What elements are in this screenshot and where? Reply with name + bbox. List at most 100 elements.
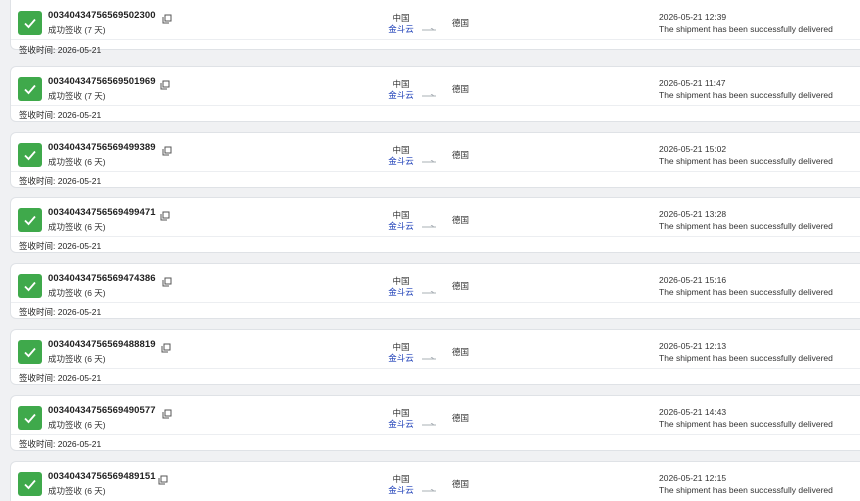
delivery-status: 成功签收 (6 天) <box>48 288 106 298</box>
divider <box>11 434 860 435</box>
copy-icon[interactable] <box>158 472 168 485</box>
divider <box>11 171 860 172</box>
event-description: The shipment has been successfully deliv… <box>659 353 833 363</box>
route-arrow-icon <box>422 414 436 426</box>
destination-country: 德国 <box>452 413 470 423</box>
route-arrow-icon <box>422 216 436 228</box>
delivery-status: 成功签收 (6 天) <box>48 486 106 496</box>
divider <box>11 302 860 303</box>
shipment-card: 00340434756569499471 成功签收 (6 天) 中国 金斗云 德… <box>10 197 860 253</box>
shipment-card: 00340434756569499389 成功签收 (6 天) 中国 金斗云 德… <box>10 132 860 188</box>
shipment-header: 00340434756569499389 成功签收 (6 天) 中国 金斗云 德… <box>11 133 860 171</box>
signed-date: 签收时间: 2026-05-21 <box>19 439 102 449</box>
signed-date: 签收时间: 2026-05-21 <box>19 110 102 120</box>
shipment-card: 00340434756569501969 成功签收 (7 天) 中国 金斗云 德… <box>10 66 860 122</box>
tracking-number: 00340434756569499471 <box>48 207 156 218</box>
tracking-number: 00340434756569499389 <box>48 142 156 153</box>
shipment-header: 00340434756569499471 成功签收 (6 天) 中国 金斗云 德… <box>11 198 860 236</box>
signed-date: 签收时间: 2026-05-21 <box>19 307 102 317</box>
delivery-status: 成功签收 (6 天) <box>48 420 106 430</box>
shipment-card: 00340434756569489151 成功签收 (6 天) 中国 金斗云 德… <box>10 461 860 501</box>
tracking-number: 00340434756569502300 <box>48 10 156 21</box>
tracking-number: 00340434756569501969 <box>48 76 156 87</box>
shipment-header: 00340434756569490577 成功签收 (6 天) 中国 金斗云 德… <box>11 396 860 434</box>
route-arrow-icon <box>422 348 436 360</box>
event-description: The shipment has been successfully deliv… <box>659 90 833 100</box>
tracking-number: 00340434756569488819 <box>48 339 156 350</box>
check-icon <box>18 208 42 232</box>
event-datetime: 2026-05-21 12:15 <box>659 473 727 483</box>
event-datetime: 2026-05-21 15:16 <box>659 275 727 285</box>
shipment-card: 00340434756569502300 成功签收 (7 天) 中国 金斗云 德… <box>10 0 860 55</box>
copy-icon[interactable] <box>162 406 172 419</box>
carrier-link[interactable]: 金斗云 <box>381 352 421 364</box>
carrier-link[interactable]: 金斗云 <box>381 89 421 101</box>
check-icon <box>18 274 42 298</box>
carrier-link[interactable]: 金斗云 <box>381 220 421 232</box>
destination-country: 德国 <box>452 215 470 225</box>
delivery-status: 成功签收 (6 天) <box>48 157 106 167</box>
signed-date: 签收时间: 2026-05-21 <box>19 176 102 186</box>
tracking-number: 00340434756569474386 <box>48 273 156 284</box>
event-datetime: 2026-05-21 15:02 <box>659 144 727 154</box>
copy-icon[interactable] <box>162 11 172 24</box>
check-icon <box>18 77 42 101</box>
copy-icon[interactable] <box>162 143 172 156</box>
delivery-status: 成功签收 (6 天) <box>48 222 106 232</box>
route-arrow-icon <box>422 480 436 492</box>
destination-country: 德国 <box>452 18 470 28</box>
check-icon <box>18 11 42 35</box>
check-icon <box>18 340 42 364</box>
destination-country: 德国 <box>452 84 470 94</box>
event-description: The shipment has been successfully deliv… <box>659 221 833 231</box>
destination-country: 德国 <box>452 479 470 489</box>
tracking-number: 00340434756569489151 <box>48 471 156 482</box>
route-arrow-icon <box>422 151 436 163</box>
route-arrow-icon <box>422 85 436 97</box>
route-arrow-icon <box>422 19 436 31</box>
event-datetime: 2026-05-21 14:43 <box>659 407 727 417</box>
copy-icon[interactable] <box>162 274 172 287</box>
event-datetime: 2026-05-21 12:13 <box>659 341 727 351</box>
shipment-card: 00340434756569490577 成功签收 (6 天) 中国 金斗云 德… <box>10 395 860 451</box>
carrier-link[interactable]: 金斗云 <box>381 23 421 35</box>
shipment-header: 00340434756569489151 成功签收 (6 天) 中国 金斗云 德… <box>11 462 860 500</box>
event-description: The shipment has been successfully deliv… <box>659 24 833 34</box>
copy-icon[interactable] <box>160 77 170 90</box>
destination-country: 德国 <box>452 281 470 291</box>
shipment-card: 00340434756569488819 成功签收 (6 天) 中国 金斗云 德… <box>10 329 860 385</box>
shipment-header: 00340434756569501969 成功签收 (7 天) 中国 金斗云 德… <box>11 67 860 105</box>
shipment-header: 00340434756569474386 成功签收 (6 天) 中国 金斗云 德… <box>11 264 860 302</box>
check-icon <box>18 143 42 167</box>
delivery-status: 成功签收 (7 天) <box>48 91 106 101</box>
destination-country: 德国 <box>452 347 470 357</box>
event-description: The shipment has been successfully deliv… <box>659 419 833 429</box>
signed-date: 签收时间: 2026-05-21 <box>19 241 102 251</box>
carrier-link[interactable]: 金斗云 <box>381 418 421 430</box>
destination-country: 德国 <box>452 150 470 160</box>
event-description: The shipment has been successfully deliv… <box>659 156 833 166</box>
signed-date: 签收时间: 2026-05-21 <box>19 373 102 383</box>
event-datetime: 2026-05-21 13:28 <box>659 209 727 219</box>
carrier-link[interactable]: 金斗云 <box>381 155 421 167</box>
divider <box>11 368 860 369</box>
carrier-link[interactable]: 金斗云 <box>381 484 421 496</box>
shipment-header: 00340434756569502300 成功签收 (7 天) 中国 金斗云 德… <box>11 1 860 39</box>
signed-date: 签收时间: 2026-05-21 <box>19 45 102 55</box>
shipment-header: 00340434756569488819 成功签收 (6 天) 中国 金斗云 德… <box>11 330 860 368</box>
copy-icon[interactable] <box>160 208 170 221</box>
shipment-card: 00340434756569474386 成功签收 (6 天) 中国 金斗云 德… <box>10 263 860 319</box>
divider <box>11 39 860 40</box>
delivery-status: 成功签收 (6 天) <box>48 354 106 364</box>
delivery-status: 成功签收 (7 天) <box>48 25 106 35</box>
tracking-number: 00340434756569490577 <box>48 405 156 416</box>
carrier-link[interactable]: 金斗云 <box>381 286 421 298</box>
event-datetime: 2026-05-21 12:39 <box>659 12 727 22</box>
event-description: The shipment has been successfully deliv… <box>659 287 833 297</box>
route-arrow-icon <box>422 282 436 294</box>
copy-icon[interactable] <box>161 340 171 353</box>
check-icon <box>18 472 42 496</box>
check-icon <box>18 406 42 430</box>
divider <box>11 105 860 106</box>
divider <box>11 236 860 237</box>
